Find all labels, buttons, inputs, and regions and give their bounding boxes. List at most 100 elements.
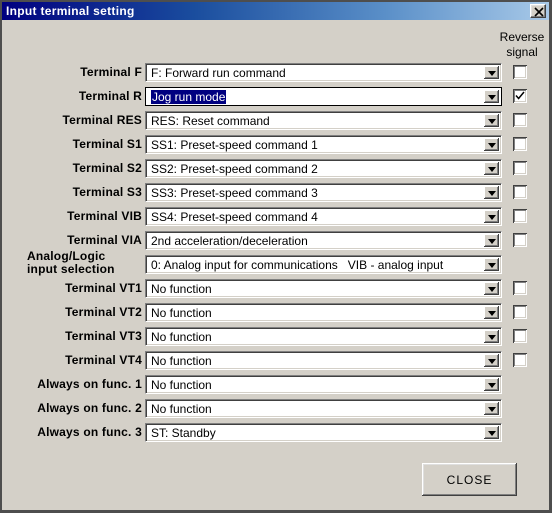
chevron-down-icon[interactable] bbox=[484, 258, 499, 271]
reverse-signal-checkbox[interactable] bbox=[513, 65, 527, 79]
terminal-row-label: Terminal S1 bbox=[72, 137, 142, 151]
function-select[interactable]: No function bbox=[145, 279, 502, 298]
function-select-value: No function bbox=[151, 378, 212, 392]
function-select[interactable]: SS2: Preset-speed command 2 bbox=[145, 159, 502, 178]
title-bar[interactable]: Input terminal setting bbox=[2, 2, 549, 20]
reverse-signal-checkbox[interactable] bbox=[513, 137, 527, 151]
function-select-value: No function bbox=[151, 402, 212, 416]
reverse-signal-checkbox[interactable] bbox=[513, 89, 527, 103]
terminal-row: Analog/Logic input selection 0: Analog inp… bbox=[2, 250, 552, 277]
reverse-signal-header: Reverse signal bbox=[494, 30, 550, 60]
function-select-value: SS4: Preset-speed command 4 bbox=[151, 210, 318, 224]
terminal-row-label: Terminal VT4 bbox=[65, 353, 142, 367]
function-select-value: No function bbox=[151, 330, 212, 344]
terminal-row-label: Terminal RES bbox=[62, 113, 142, 127]
terminal-row-label: Terminal VT2 bbox=[65, 305, 142, 319]
chevron-down-icon[interactable] bbox=[484, 210, 499, 223]
function-select[interactable]: Jog run mode bbox=[145, 87, 502, 106]
chevron-down-icon[interactable] bbox=[484, 306, 499, 319]
terminal-row: Terminal S1 SS1: Preset-speed command 1 bbox=[2, 135, 552, 157]
function-select-value: ST: Standby bbox=[151, 426, 216, 440]
terminal-row: Always on func. 2 No function bbox=[2, 399, 552, 421]
function-select[interactable]: SS3: Preset-speed command 3 bbox=[145, 183, 502, 202]
terminal-row: Terminal RES RES: Reset command bbox=[2, 111, 552, 133]
function-select[interactable]: 0: Analog input for communications VIB -… bbox=[145, 255, 502, 274]
terminal-row-label: Terminal VIA bbox=[67, 233, 142, 247]
chevron-down-icon[interactable] bbox=[484, 114, 499, 127]
chevron-down-icon[interactable] bbox=[484, 426, 499, 439]
terminal-row: Terminal VT1 No function bbox=[2, 279, 552, 301]
function-select[interactable]: No function bbox=[145, 375, 502, 394]
terminal-row-label: Always on func. 3 bbox=[37, 425, 142, 439]
function-select-value: 2nd acceleration/deceleration bbox=[151, 234, 308, 248]
terminal-row-label: Terminal F bbox=[80, 65, 142, 79]
reverse-signal-checkbox[interactable] bbox=[513, 113, 527, 127]
close-button[interactable]: CLOSE bbox=[422, 463, 517, 496]
terminal-row: Terminal VT3 No function bbox=[2, 327, 552, 349]
window-close-button[interactable] bbox=[530, 4, 546, 18]
function-select[interactable]: No function bbox=[145, 399, 502, 418]
terminal-row-label: Terminal S3 bbox=[72, 185, 142, 199]
check-icon bbox=[515, 91, 525, 100]
terminal-row: Terminal R Jog run mode bbox=[2, 87, 552, 109]
reverse-signal-checkbox[interactable] bbox=[513, 305, 527, 319]
reverse-signal-checkbox[interactable] bbox=[513, 161, 527, 175]
chevron-down-icon[interactable] bbox=[484, 330, 499, 343]
chevron-down-icon[interactable] bbox=[484, 402, 499, 415]
chevron-down-icon[interactable] bbox=[484, 90, 499, 103]
terminal-row-label: Terminal S2 bbox=[72, 161, 142, 175]
chevron-down-icon[interactable] bbox=[484, 186, 499, 199]
function-select-value: SS3: Preset-speed command 3 bbox=[151, 186, 318, 200]
terminal-row-label: Always on func. 1 bbox=[37, 377, 142, 391]
terminal-row-label: Terminal VT3 bbox=[65, 329, 142, 343]
function-select[interactable]: SS1: Preset-speed command 1 bbox=[145, 135, 502, 154]
function-select-value: No function bbox=[151, 306, 212, 320]
function-select[interactable]: ST: Standby bbox=[145, 423, 502, 442]
terminal-row: Always on func. 1 No function bbox=[2, 375, 552, 397]
reverse-signal-checkbox[interactable] bbox=[513, 185, 527, 199]
terminal-row-label: Analog/Logic input selection bbox=[27, 250, 147, 276]
function-select-value: F: Forward run command bbox=[151, 66, 286, 80]
terminal-row-label-line: input selection bbox=[27, 262, 115, 276]
window-title: Input terminal setting bbox=[6, 4, 135, 18]
function-select[interactable]: SS4: Preset-speed command 4 bbox=[145, 207, 502, 226]
close-x-icon bbox=[534, 7, 544, 17]
terminal-row: Terminal S3 SS3: Preset-speed command 3 bbox=[2, 183, 552, 205]
chevron-down-icon[interactable] bbox=[484, 162, 499, 175]
terminal-row: Terminal VIB SS4: Preset-speed command 4 bbox=[2, 207, 552, 229]
chevron-down-icon[interactable] bbox=[484, 234, 499, 247]
function-select-value: SS1: Preset-speed command 1 bbox=[151, 138, 318, 152]
terminal-row-label: Terminal VT1 bbox=[65, 281, 142, 295]
terminal-row: Terminal VT4 No function bbox=[2, 351, 552, 373]
reverse-signal-checkbox[interactable] bbox=[513, 329, 527, 343]
chevron-down-icon[interactable] bbox=[484, 138, 499, 151]
chevron-down-icon[interactable] bbox=[484, 66, 499, 79]
reverse-signal-checkbox[interactable] bbox=[513, 353, 527, 367]
function-select-value: Jog run mode bbox=[151, 90, 227, 104]
function-select-value: 0: Analog input for communications VIB -… bbox=[151, 258, 444, 272]
terminal-row-label: Always on func. 2 bbox=[37, 401, 142, 415]
chevron-down-icon[interactable] bbox=[484, 282, 499, 295]
function-select[interactable]: No function bbox=[145, 303, 502, 322]
terminal-row: Terminal VT2 No function bbox=[2, 303, 552, 325]
reverse-signal-checkbox[interactable] bbox=[513, 281, 527, 295]
function-select-value: No function bbox=[151, 354, 212, 368]
function-select-value: SS2: Preset-speed command 2 bbox=[151, 162, 318, 176]
reverse-signal-header-line2: signal bbox=[506, 45, 538, 59]
chevron-down-icon[interactable] bbox=[484, 378, 499, 391]
function-select[interactable]: F: Forward run command bbox=[145, 63, 502, 82]
chevron-down-icon[interactable] bbox=[484, 354, 499, 367]
terminal-row: Terminal F F: Forward run command bbox=[2, 63, 552, 85]
function-select[interactable]: RES: Reset command bbox=[145, 111, 502, 130]
terminal-row-label: Terminal R bbox=[78, 89, 142, 103]
function-select[interactable]: No function bbox=[145, 327, 502, 346]
terminal-row-label: Terminal VIB bbox=[67, 209, 142, 223]
terminal-row: Always on func. 3 ST: Standby bbox=[2, 423, 552, 445]
input-terminal-setting-dialog: Input terminal setting Reverse signal Te… bbox=[0, 0, 552, 513]
function-select-value: RES: Reset command bbox=[151, 114, 270, 128]
function-select[interactable]: No function bbox=[145, 351, 502, 370]
reverse-signal-checkbox[interactable] bbox=[513, 209, 527, 223]
reverse-signal-checkbox[interactable] bbox=[513, 233, 527, 247]
function-select-value: No function bbox=[151, 282, 212, 296]
function-select[interactable]: 2nd acceleration/deceleration bbox=[145, 231, 502, 250]
